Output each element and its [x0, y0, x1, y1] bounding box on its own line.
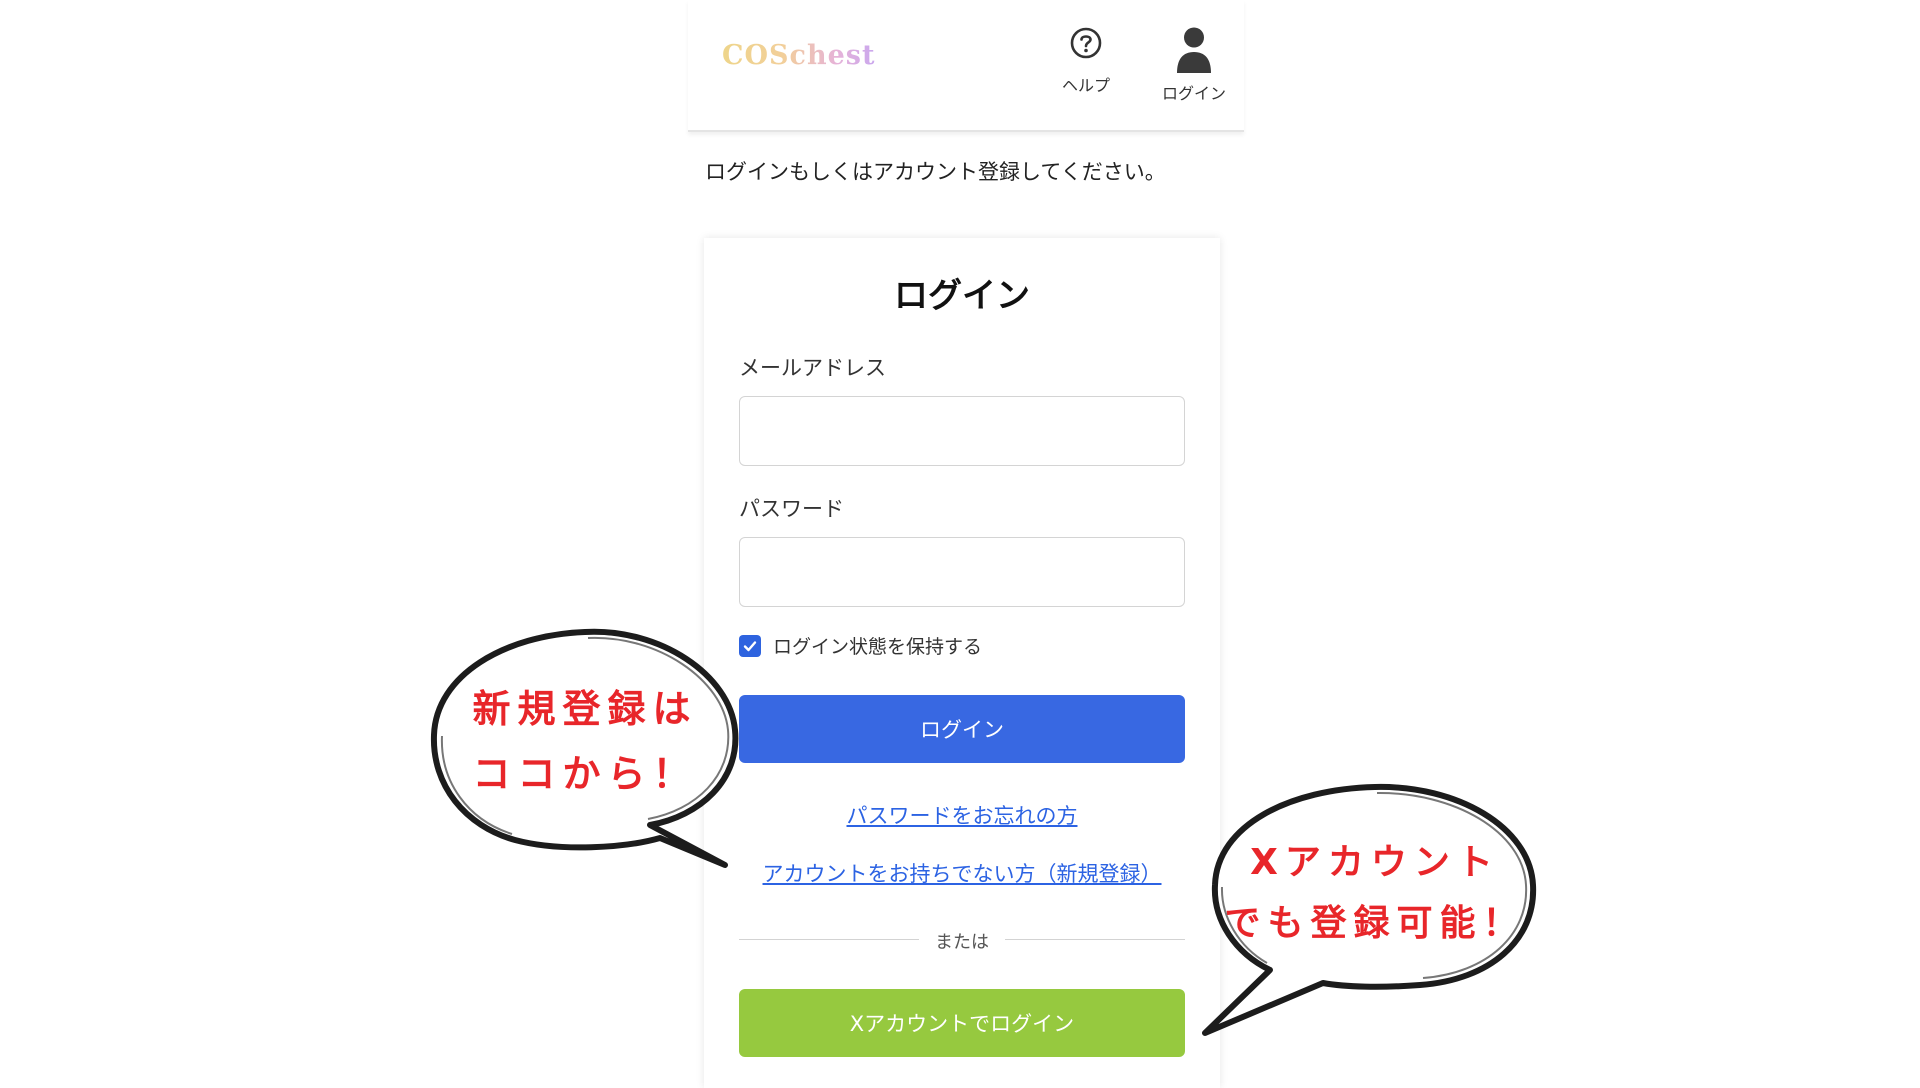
login-title: ログイン — [894, 276, 1030, 316]
email-field[interactable] — [739, 396, 1185, 466]
login-button[interactable]: ログイン — [739, 695, 1185, 763]
nav-login[interactable]: ログイン — [1156, 26, 1232, 104]
register-link[interactable]: アカウントをお持ちでない方（新規登録） — [704, 858, 1220, 888]
or-divider: または — [739, 928, 1185, 953]
login-card: ログイン メールアドレス パスワード ログイン状態を保持する ログイン パスワー… — [704, 238, 1220, 1088]
nav-help-label: ヘルプ — [1061, 76, 1110, 95]
intro-text: ログインもしくはアカウント登録してください。 — [705, 160, 1166, 184]
callout-register-line1: 新規登録は — [472, 687, 698, 731]
callout-x-register-line1: Xアカウント — [1250, 842, 1500, 883]
nav-help[interactable]: ヘルプ — [1056, 26, 1116, 96]
password-field[interactable] — [739, 537, 1185, 607]
app-header: COSchest ヘルプ ログイン — [688, 0, 1244, 132]
callout-x-register-line2: でも登録可能！ — [1224, 903, 1526, 945]
divider-line-right — [1005, 939, 1185, 940]
logo[interactable]: COSchest — [722, 40, 875, 71]
callout-register: 新規登録は ココから！ — [420, 620, 760, 880]
x-login-button[interactable]: Xアカウントでログイン — [739, 989, 1185, 1057]
divider-text: または — [935, 932, 989, 953]
user-icon — [1177, 27, 1211, 73]
password-label: パスワード — [739, 497, 844, 521]
nav-login-label: ログイン — [1161, 84, 1226, 103]
forgot-password-link[interactable]: パスワードをお忘れの方 — [704, 800, 1220, 830]
callout-register-line2: ココから！ — [472, 751, 698, 796]
email-label: メールアドレス — [739, 356, 886, 380]
callout-x-register: Xアカウント でも登録可能！ — [1195, 775, 1545, 1040]
remember-row[interactable]: ログイン状態を保持する — [739, 632, 982, 659]
question-circle-icon — [1070, 27, 1102, 59]
remember-label: ログイン状態を保持する — [773, 636, 983, 658]
